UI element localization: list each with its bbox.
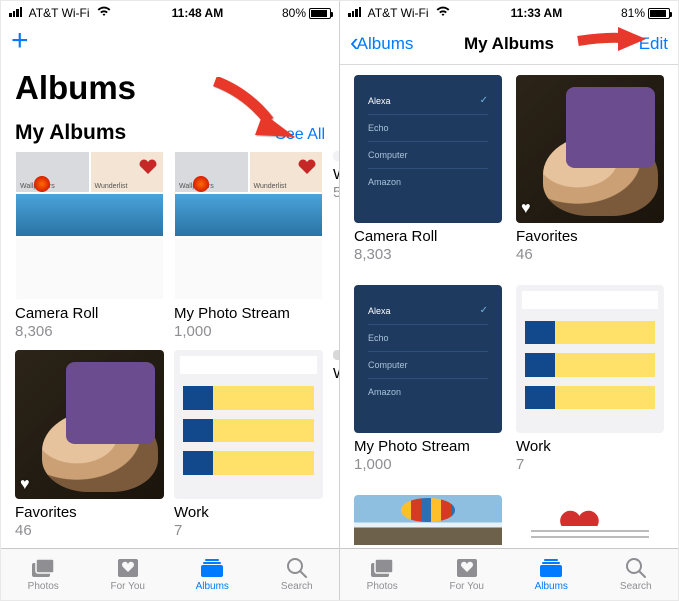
- album-name: Work: [174, 504, 323, 521]
- album-thumb: [354, 495, 502, 545]
- status-carrier: AT&T Wi-Fi: [348, 6, 452, 20]
- album-card[interactable]: W: [333, 350, 339, 548]
- foryou-icon: [115, 557, 141, 579]
- album-thumb: Alexa✓ Echo Computer Amazon: [354, 75, 502, 223]
- tab-label: Albums: [535, 581, 568, 592]
- back-label: Albums: [357, 34, 414, 54]
- screen-my-albums: AT&T Wi-Fi 11:33 AM 81% ‹ Albums My Albu…: [340, 1, 678, 600]
- nav-bar: +: [1, 23, 339, 65]
- battery-icon: [309, 8, 331, 19]
- album-count: 1,000: [174, 323, 323, 340]
- section-title: My Albums: [15, 121, 126, 145]
- photos-icon: [30, 557, 56, 579]
- battery-icon: [648, 8, 670, 19]
- tab-bar: Photos For You Albums Search: [340, 548, 678, 600]
- albums-icon: [538, 557, 564, 579]
- status-battery: 80%: [282, 6, 331, 20]
- tab-photos[interactable]: Photos: [340, 549, 425, 600]
- signal-icon: [9, 7, 22, 17]
- tab-label: For You: [450, 581, 484, 592]
- status-time: 11:33 AM: [511, 6, 563, 20]
- album-count: 46: [15, 522, 164, 539]
- tab-albums[interactable]: Albums: [170, 549, 255, 600]
- see-all-link[interactable]: See All: [275, 126, 325, 144]
- album-name: Favorites: [516, 228, 664, 245]
- album-name: Camera Roll: [15, 305, 164, 322]
- tab-foryou[interactable]: For You: [86, 549, 171, 600]
- album-name: W: [333, 365, 339, 382]
- album-thumb: Wallpapers Wunderlist: [15, 151, 164, 300]
- album-count: 1,000: [354, 456, 502, 473]
- section-header: My Albums See All: [1, 121, 339, 151]
- tab-search[interactable]: Search: [594, 549, 679, 600]
- tab-label: Photos: [28, 581, 59, 592]
- album-card[interactable]: Alexa✓ Echo Computer Amazon My Photo Str…: [354, 285, 502, 483]
- tab-foryou[interactable]: For You: [425, 549, 510, 600]
- foryou-icon: [454, 557, 480, 579]
- tab-label: Search: [281, 581, 313, 592]
- album-card[interactable]: Alexa✓ Echo Computer Amazon Camera Roll …: [354, 75, 502, 273]
- status-bar: AT&T Wi-Fi 11:33 AM 81%: [340, 1, 678, 23]
- album-card[interactable]: Work 7: [516, 285, 664, 483]
- album-thumb: [516, 285, 664, 433]
- albums-icon: [199, 557, 225, 579]
- albums-scroll[interactable]: Wallpapers Wunderlist Camera Roll 8,306 …: [1, 151, 339, 548]
- album-card[interactable]: Wallpapers Wunderlist My Photo Stream 1,…: [174, 151, 323, 350]
- album-thumb: [333, 151, 339, 161]
- nav-bar: ‹ Albums My Albums Edit: [340, 23, 678, 65]
- signal-icon: [348, 7, 361, 17]
- wifi-icon: [436, 6, 450, 17]
- album-card[interactable]: Wallpapers Wunderlist Camera Roll 8,306: [15, 151, 164, 350]
- album-card[interactable]: ♥ Favorites 46: [516, 75, 664, 273]
- album-thumb: [516, 495, 664, 545]
- tab-photos[interactable]: Photos: [1, 549, 86, 600]
- page-title: Albums: [1, 65, 339, 121]
- album-card[interactable]: Work 7: [174, 350, 323, 548]
- album-thumb: ♥: [15, 350, 164, 499]
- search-icon: [284, 557, 310, 579]
- back-button[interactable]: ‹ Albums: [350, 34, 413, 54]
- album-card[interactable]: W 5: [333, 151, 339, 350]
- album-count: 5: [333, 184, 339, 201]
- status-time: 11:48 AM: [172, 6, 224, 20]
- album-name: Camera Roll: [354, 228, 502, 245]
- tab-label: Search: [620, 581, 652, 592]
- album-count: 7: [174, 522, 323, 539]
- album-count: 8,306: [15, 323, 164, 340]
- tab-albums[interactable]: Albums: [509, 549, 594, 600]
- album-thumb: Alexa✓ Echo Computer Amazon: [354, 285, 502, 433]
- tab-label: Photos: [367, 581, 398, 592]
- album-thumb: Wallpapers Wunderlist: [174, 151, 323, 300]
- album-card[interactable]: ♥ Favorites 46: [15, 350, 164, 548]
- albums-grid[interactable]: Alexa✓ Echo Computer Amazon Camera Roll …: [340, 65, 678, 548]
- photos-icon: [369, 557, 395, 579]
- tab-search[interactable]: Search: [255, 549, 340, 600]
- screen-albums-list: AT&T Wi-Fi 11:48 AM 80% + Albums My Albu…: [1, 1, 340, 600]
- heart-icon: ♥: [521, 200, 531, 218]
- album-card[interactable]: [516, 495, 664, 545]
- tab-label: Albums: [196, 581, 229, 592]
- album-name: My Photo Stream: [354, 438, 502, 455]
- album-thumb: ♥: [516, 75, 664, 223]
- status-bar: AT&T Wi-Fi 11:48 AM 80%: [1, 1, 339, 23]
- tab-bar: Photos For You Albums Search: [1, 548, 339, 600]
- search-icon: [623, 557, 649, 579]
- album-name: Favorites: [15, 504, 164, 521]
- album-thumb: [333, 350, 339, 360]
- heart-icon: ♥: [20, 476, 30, 494]
- add-button[interactable]: +: [11, 41, 29, 47]
- tab-label: For You: [111, 581, 145, 592]
- album-count: 46: [516, 246, 664, 263]
- album-name: W: [333, 166, 339, 183]
- album-name: My Photo Stream: [174, 305, 323, 322]
- album-count: 8,303: [354, 246, 502, 263]
- album-name: Work: [516, 438, 664, 455]
- edit-button[interactable]: Edit: [639, 34, 668, 54]
- status-carrier: AT&T Wi-Fi: [9, 6, 113, 20]
- wifi-icon: [97, 6, 111, 17]
- album-card[interactable]: [354, 495, 502, 545]
- album-count: 7: [516, 456, 664, 473]
- status-battery: 81%: [621, 6, 670, 20]
- album-thumb: [174, 350, 323, 499]
